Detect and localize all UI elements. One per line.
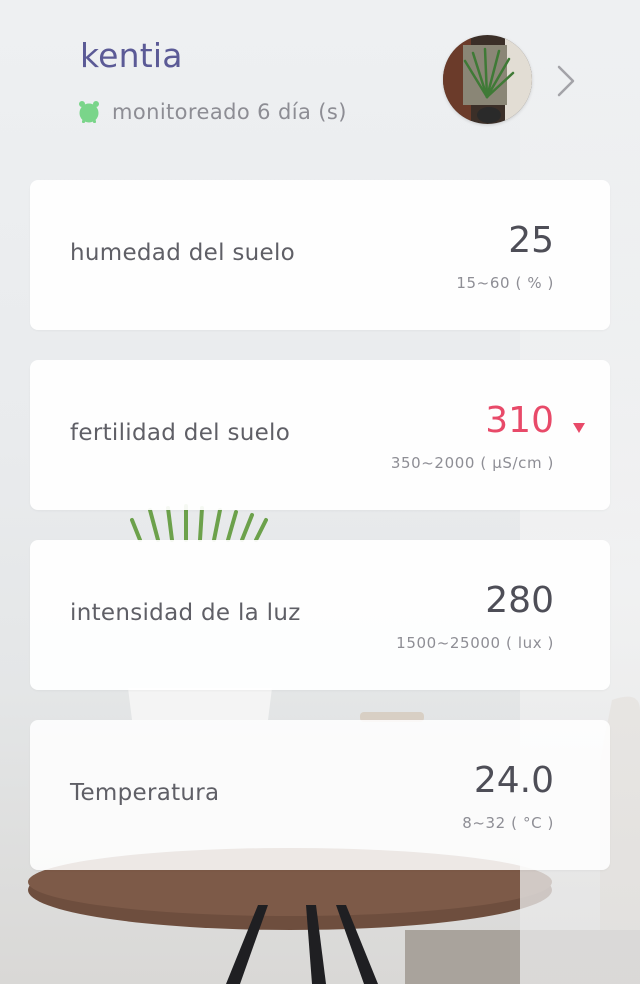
monitoring-status: monitoreado 6 día (s) [78,100,347,124]
soil-moisture-card[interactable]: humedad del suelo 25 15~60 ( % ) [30,180,610,330]
light-intensity-card[interactable]: intensidad de la luz 280 1500~25000 ( lu… [30,540,610,690]
monitoring-duration: monitoreado 6 día (s) [112,100,347,124]
plant-photo [443,35,532,124]
plant-header[interactable]: kentia monitoreado 6 día (s) [0,0,640,170]
alarm-clock-icon [78,100,100,124]
card-range: 15~60 ( % ) [456,274,554,292]
temperature-card[interactable]: Temperatura 24.0 8~32 ( °C ) [30,720,610,870]
card-label: humedad del suelo [70,240,296,266]
down-triangle-icon [573,418,585,433]
plant-avatar[interactable] [443,35,532,124]
card-range: 1500~25000 ( lux ) [396,634,554,652]
card-range: 350~2000 ( µS/cm ) [390,454,554,472]
card-value: 24.0 [473,760,554,801]
card-label: intensidad de la luz [70,600,301,626]
card-value: 280 [485,580,554,621]
plant-name: kentia [80,36,183,75]
card-value: 310 [485,400,554,441]
card-range: 8~32 ( °C ) [462,814,554,832]
soil-fertility-card[interactable]: fertilidad del suelo 310 350~2000 ( µS/c… [30,360,610,510]
card-label: fertilidad del suelo [70,420,291,446]
card-value: 25 [508,220,554,261]
chevron-right-icon[interactable] [555,64,577,98]
card-label: Temperatura [70,780,220,806]
